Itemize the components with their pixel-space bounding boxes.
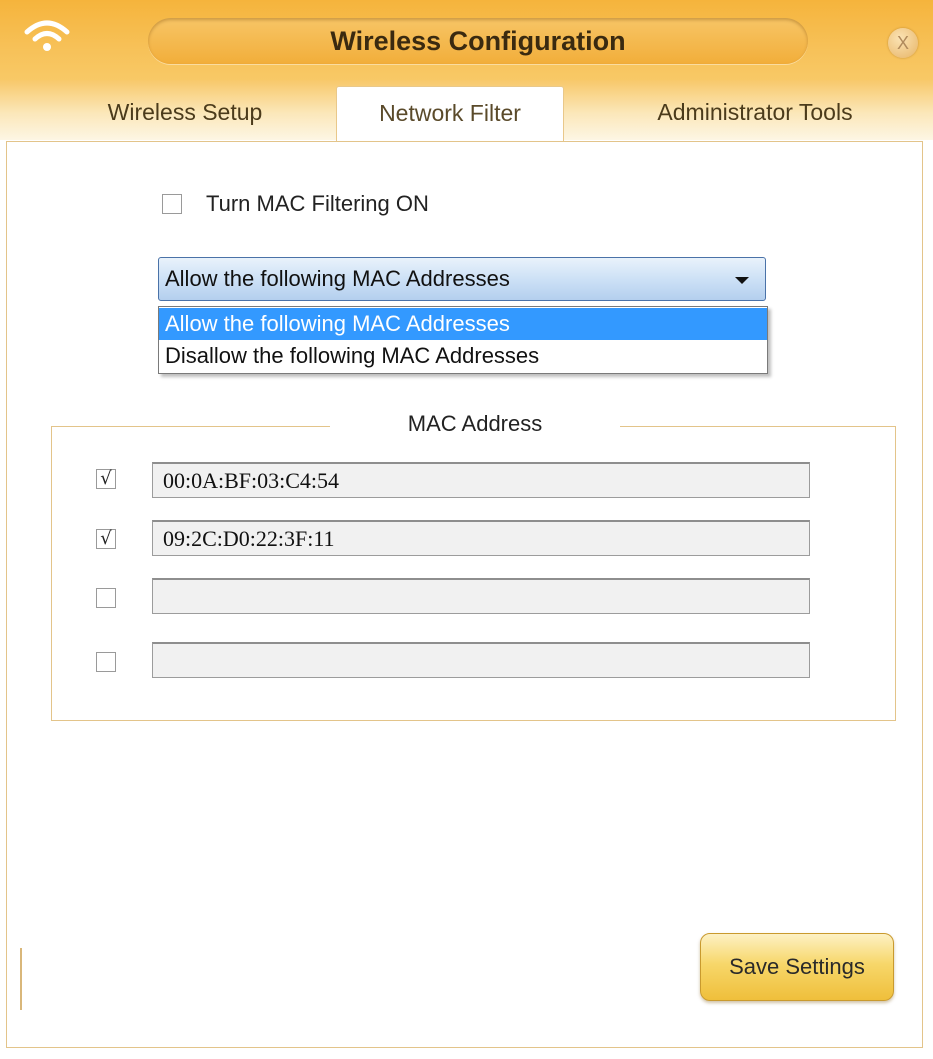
- filter-mode-value: Allow the following MAC Addresses: [165, 266, 510, 291]
- mac-address-field[interactable]: [152, 642, 810, 678]
- mac-address-group-label: MAC Address: [330, 410, 620, 440]
- mac-address-field[interactable]: 09:2C:D0:22:3F:11: [152, 520, 810, 556]
- mac-filtering-label: Turn MAC Filtering ON: [206, 191, 429, 216]
- mac-filtering-checkbox[interactable]: [162, 194, 182, 214]
- tab-administrator-tools[interactable]: Administrator Tools: [620, 80, 890, 140]
- filter-mode-dropdown-list: Allow the following MAC Addresses Disall…: [158, 306, 768, 374]
- filter-mode-select[interactable]: Allow the following MAC Addresses: [158, 257, 766, 301]
- wifi-icon: [24, 20, 70, 51]
- save-settings-button[interactable]: Save Settings: [700, 933, 894, 1001]
- mac-address-field[interactable]: 00:0A:BF:03:C4:54: [152, 462, 810, 498]
- tab-wireless-setup[interactable]: Wireless Setup: [60, 80, 310, 140]
- option-allow[interactable]: Allow the following MAC Addresses: [159, 308, 767, 340]
- option-disallow[interactable]: Disallow the following MAC Addresses: [159, 340, 767, 372]
- chevron-down-icon: [735, 277, 749, 284]
- mac-entry-checkbox[interactable]: √: [96, 529, 116, 549]
- mac-address-field[interactable]: [152, 578, 810, 614]
- close-icon[interactable]: X: [888, 28, 918, 58]
- mac-entry-checkbox[interactable]: [96, 652, 116, 672]
- mac-entry-checkbox[interactable]: [96, 588, 116, 608]
- window-title: Wireless Configuration: [330, 26, 626, 56]
- tab-network-filter[interactable]: Network Filter: [336, 86, 564, 143]
- mac-entry-checkbox[interactable]: √: [96, 469, 116, 489]
- panel-edge-mark: [20, 948, 22, 1010]
